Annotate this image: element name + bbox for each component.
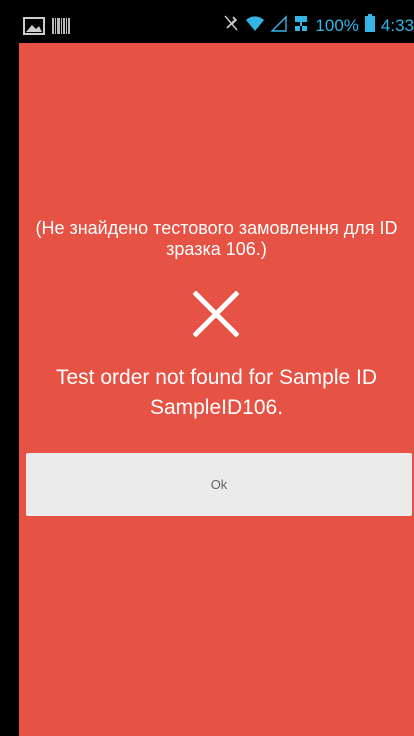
status-left bbox=[23, 16, 71, 41]
signal-icon bbox=[270, 14, 288, 37]
battery-icon bbox=[364, 14, 375, 37]
wifi-icon bbox=[245, 14, 265, 37]
clock: 4:33 bbox=[380, 15, 414, 35]
dialog-content: (Не знайдено тестового замовлення для ID… bbox=[19, 43, 414, 736]
status-right: 100% 4:33 bbox=[223, 14, 414, 37]
error-message: Test order not found for Sample ID Sampl… bbox=[56, 366, 377, 419]
device-frame: 100% 4:33 (Не знайдено тестового замовле… bbox=[0, 0, 414, 736]
screen: 100% 4:33 (Не знайдено тестового замовле… bbox=[19, 10, 414, 736]
network-icon bbox=[293, 14, 309, 37]
barcode-icon bbox=[51, 16, 71, 41]
localized-message: (Не знайдено тестового замовлення для ID… bbox=[35, 218, 398, 259]
status-bar: 100% 4:33 bbox=[19, 10, 414, 43]
battery-percent: 100% bbox=[315, 15, 359, 35]
close-icon bbox=[192, 290, 240, 338]
image-icon bbox=[23, 16, 45, 41]
ok-button[interactable]: Ok bbox=[26, 453, 412, 516]
mute-icon bbox=[223, 14, 239, 37]
